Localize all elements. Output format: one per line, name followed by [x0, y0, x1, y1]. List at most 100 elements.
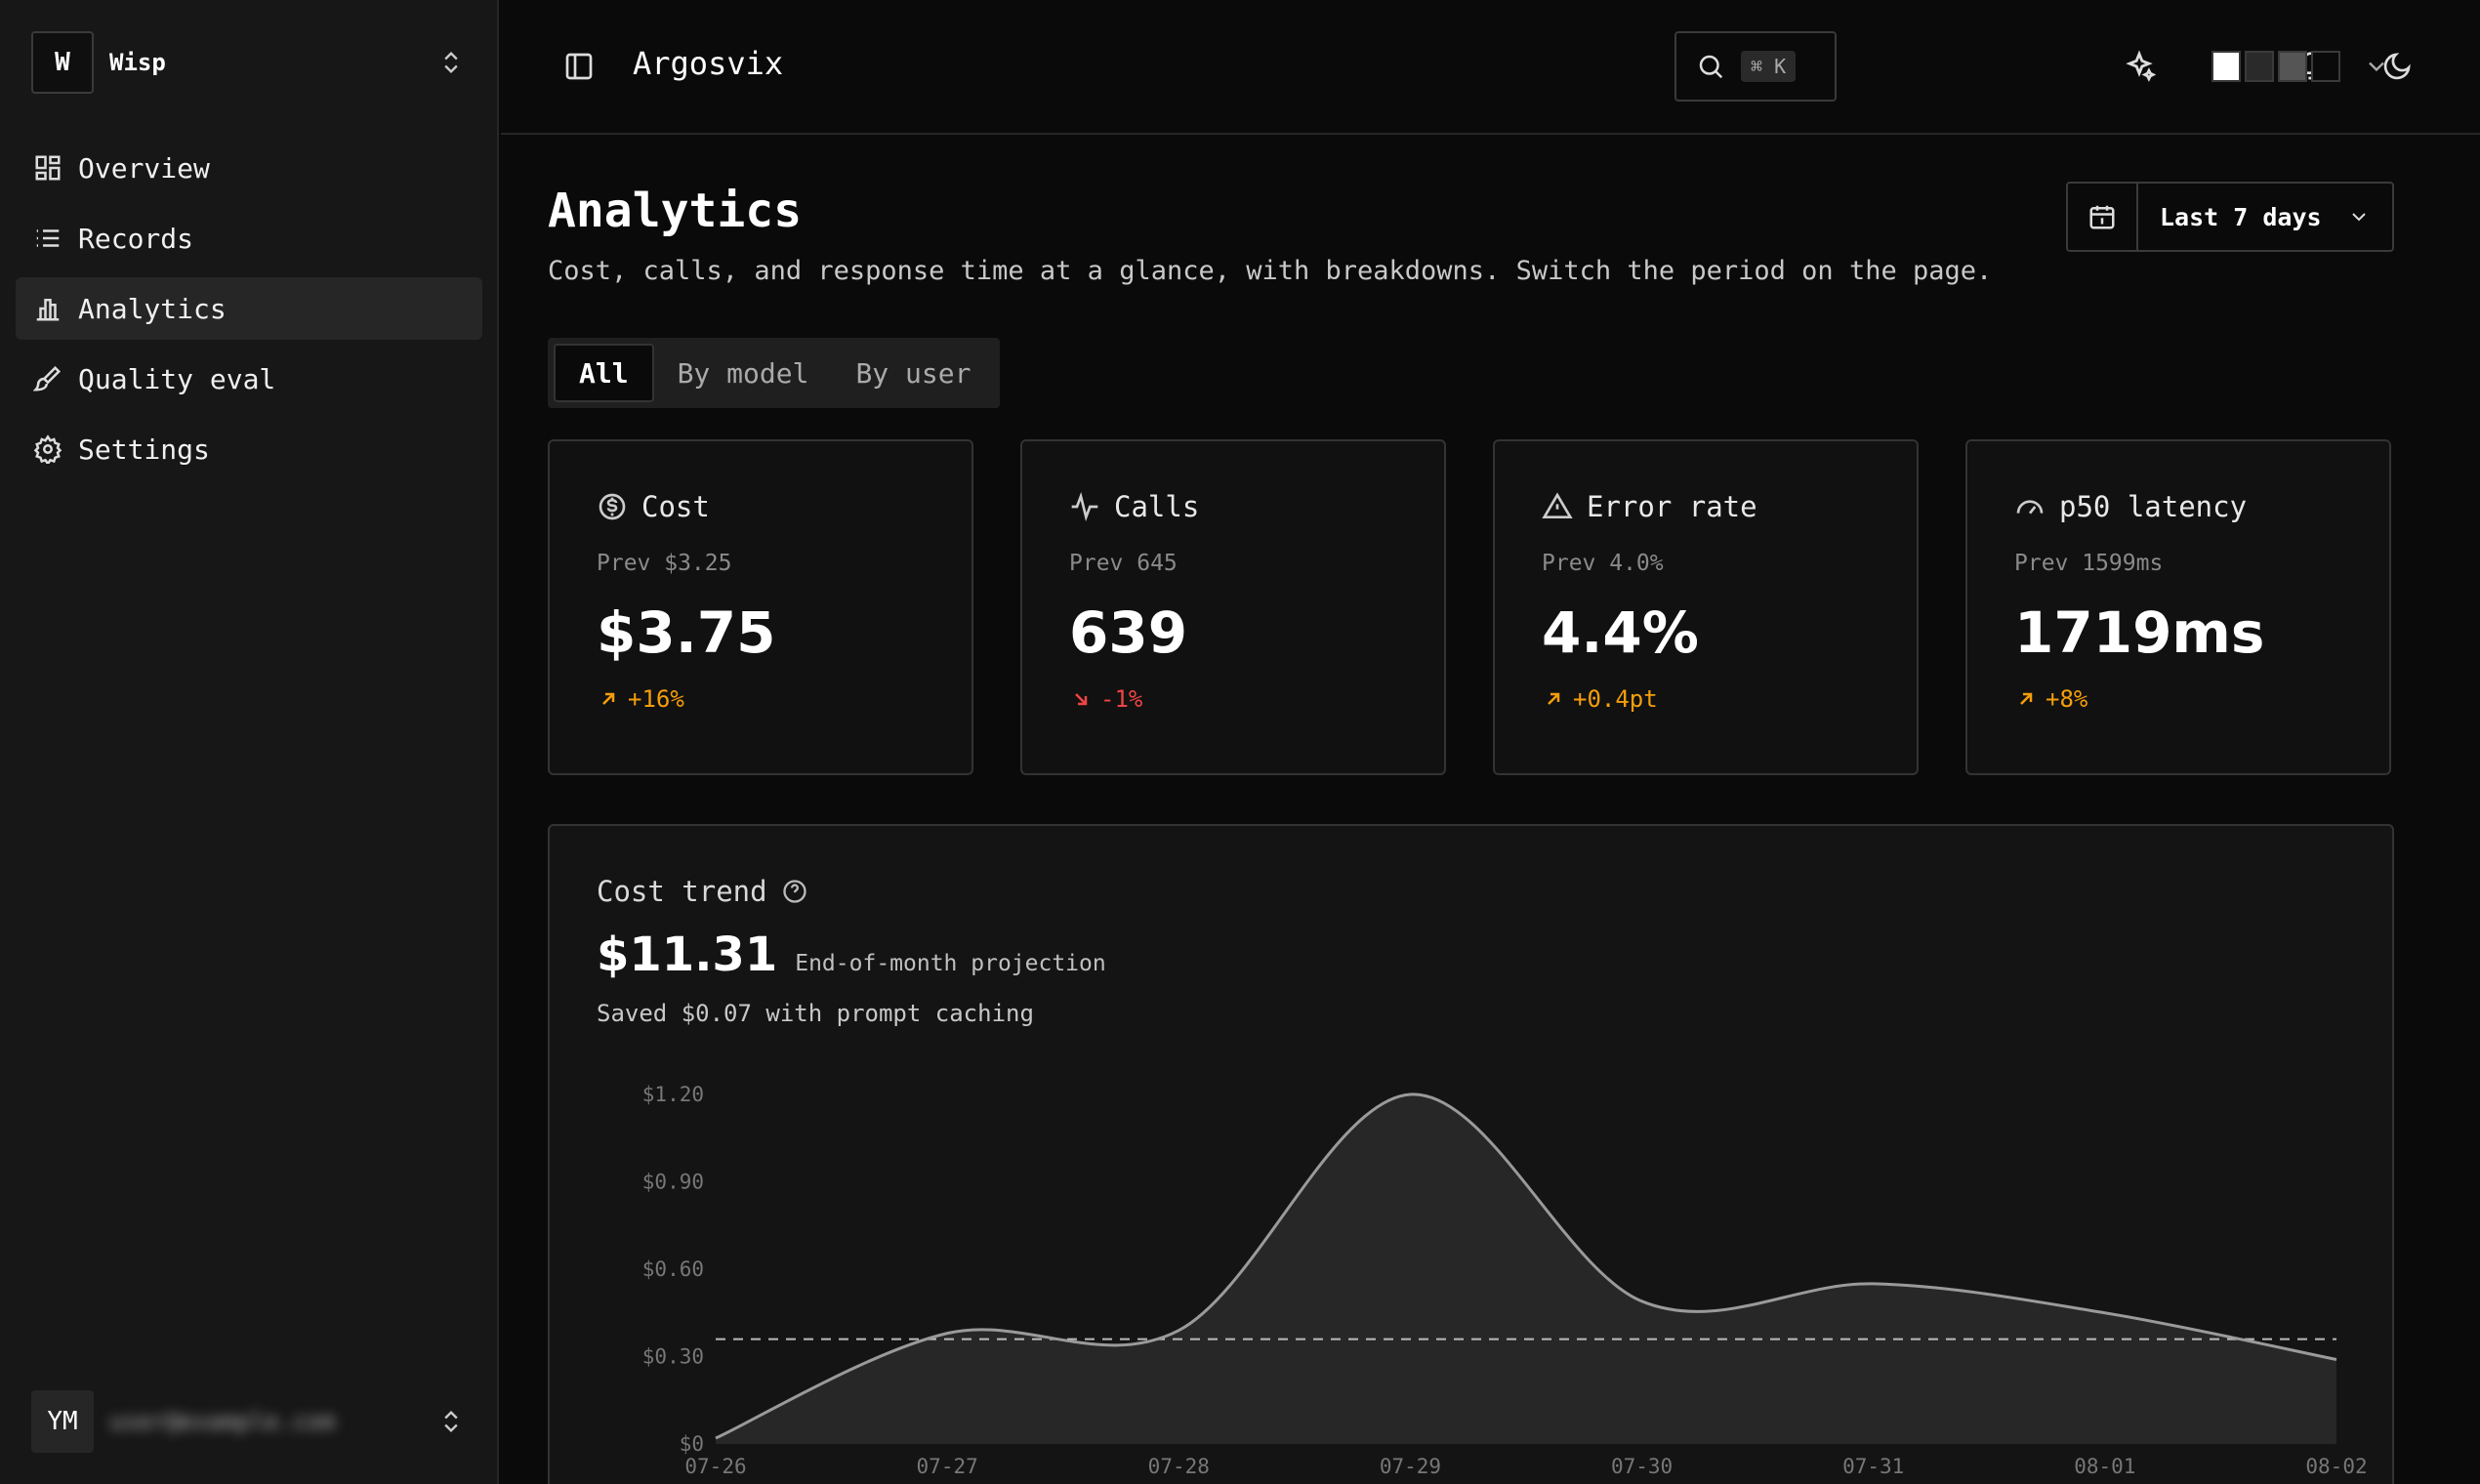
tab-by-model[interactable]: By model [654, 344, 833, 402]
list-icon [36, 229, 60, 247]
period-picker[interactable]: Last 7 days [2066, 182, 2394, 252]
swatch-gray[interactable] [2278, 51, 2307, 82]
bar-chart-icon [36, 299, 60, 321]
period-select[interactable]: Last 7 days [2138, 184, 2392, 250]
cost-trend-card: $0 $0.30 $0.60 $0.90 $1.20 07-26 07-27 07-28 07-… [548, 824, 2394, 1484]
page-subtitle: Cost, calls, and response time at a glan… [548, 256, 1993, 286]
app-title: Argosvix [633, 45, 784, 82]
period-label: Last 7 days [2160, 202, 2322, 231]
arrow-up-right-icon [602, 692, 615, 705]
metric-card-error-rate: Error rate Prev 4.0% 4.4% +0.4pt [1493, 439, 1919, 775]
x-tick-label: 08-01 [2074, 1455, 2135, 1478]
user-email: user@example.com [109, 1408, 336, 1435]
workspace-logo: W [31, 31, 94, 94]
cost-trend-title: Cost trend [597, 875, 767, 908]
page-title: Analytics [548, 184, 803, 238]
projection: $11.31 End-of-month projection [597, 928, 1106, 982]
caching-savings: Saved $0.07 with prompt caching [597, 1000, 1034, 1027]
workspace-switcher[interactable]: W Wisp [31, 31, 471, 94]
sidebar-item-label: Overview [78, 151, 210, 185]
metric-value: $3.75 [597, 599, 776, 666]
brush-icon [33, 365, 62, 392]
metric-card-calls: Calls Prev 645 639 -1% [1020, 439, 1446, 775]
app-root: W Wisp Overview Records Analytics Qualit… [0, 0, 2480, 1484]
sidebar-nav: Overview Records Analytics Quality eval … [16, 137, 482, 488]
chevron-up-down-icon [432, 43, 471, 82]
metric-delta: +16% [597, 685, 925, 713]
search-shortcut: ⌘ K [1741, 51, 1797, 82]
cost-trend-chart: $0 $0.30 $0.60 $0.90 $1.20 07-26 07-27 07-28 07-… [642, 1083, 2368, 1478]
metric-title: Cost [641, 490, 710, 523]
y-tick-label: $0 [680, 1432, 704, 1456]
y-tick-label: $1.20 [642, 1083, 704, 1106]
chevron-up-down-icon [432, 1402, 471, 1441]
calendar-icon[interactable] [2068, 184, 2138, 250]
panel-left-icon [565, 53, 593, 80]
sidebar-item-label: Quality eval [78, 362, 276, 395]
user-menu[interactable]: YM user@example.com [31, 1390, 471, 1453]
tab-all[interactable]: All [554, 344, 654, 402]
sparkles-icon [2126, 50, 2156, 82]
metric-delta-text: +16% [628, 685, 684, 713]
theme-swatches[interactable] [2211, 51, 2340, 82]
sidebar-item-label: Records [78, 222, 194, 255]
warning-icon [1542, 492, 1573, 518]
cost-trend-header: Cost trend [597, 875, 808, 908]
top-header: Argosvix ⌘ K [501, 0, 2480, 135]
avatar: YM [31, 1390, 94, 1453]
y-tick-label: $0.90 [642, 1171, 704, 1194]
metric-value: 639 [1069, 599, 1188, 666]
breakdown-tabs: All By model By user [548, 338, 1001, 408]
workspace-name: Wisp [109, 49, 166, 76]
metric-title: p50 latency [2059, 490, 2248, 523]
activity-icon [1071, 491, 1098, 522]
help-circle-icon[interactable] [781, 878, 808, 905]
sidebar-item-settings[interactable]: Settings [16, 418, 482, 480]
projection-amount: $11.31 [597, 928, 778, 982]
x-tick-label: 07-31 [1842, 1455, 1904, 1478]
swatch-dark[interactable] [2245, 51, 2274, 82]
sidebar-item-quality-eval[interactable]: Quality eval [16, 348, 482, 410]
metric-delta: +0.4pt [1542, 685, 1870, 713]
metric-delta-text: +0.4pt [1573, 685, 1658, 713]
x-tick-label: 07-28 [1148, 1455, 1210, 1478]
ai-assist-button[interactable] [2120, 47, 2159, 86]
x-tick-label: 07-27 [917, 1455, 978, 1478]
metric-delta-text: +8% [2046, 685, 2088, 713]
metric-card-p50-latency: p50 latency Prev 1599ms 1719ms +8% [1965, 439, 2391, 775]
metric-prev: Prev 645 [1069, 551, 1178, 576]
sidebar-toggle-button[interactable] [559, 47, 599, 86]
y-tick-label: $0.60 [642, 1257, 704, 1281]
metric-value: 1719ms [2014, 599, 2265, 666]
swatch-white[interactable] [2211, 51, 2241, 82]
gauge-icon [2016, 500, 2044, 515]
sidebar-item-label: Settings [78, 433, 210, 466]
metric-title: Error rate [1587, 490, 1757, 523]
projection-label: End-of-month projection [795, 951, 1106, 976]
metric-title: Calls [1114, 490, 1200, 523]
metric-cards: Cost Prev $3.25 $3.75 +16% Calls Prev 64… [548, 439, 2394, 775]
x-tick-label: 07-30 [1611, 1455, 1673, 1478]
metric-card-cost: Cost Prev $3.25 $3.75 +16% [548, 439, 973, 775]
search-button[interactable]: ⌘ K [1674, 31, 1837, 102]
tab-by-user[interactable]: By user [832, 344, 994, 402]
sidebar-item-label: Analytics [78, 292, 227, 325]
metric-prev: Prev 4.0% [1542, 551, 1664, 576]
sidebar-item-overview[interactable]: Overview [16, 137, 482, 199]
y-tick-label: $0.30 [642, 1345, 704, 1369]
x-tick-label: 07-26 [684, 1455, 746, 1478]
x-tick-label: 08-02 [2305, 1455, 2367, 1478]
chevron-down-icon[interactable] [2363, 53, 2392, 82]
sidebar-item-analytics[interactable]: Analytics [16, 277, 482, 340]
search-icon [1699, 55, 1723, 79]
arrow-up-right-icon [2020, 692, 2033, 705]
arrow-down-right-icon [1075, 693, 1088, 706]
metric-delta: +8% [2014, 685, 2342, 713]
swatch-black[interactable] [2311, 51, 2340, 82]
metric-delta-text: -1% [1100, 685, 1143, 713]
sidebar-item-records[interactable]: Records [16, 207, 482, 269]
arrow-up-right-icon [1548, 692, 1560, 705]
cost-area [716, 1093, 2336, 1444]
metric-prev: Prev $3.25 [597, 551, 732, 576]
metric-value: 4.4% [1542, 599, 1699, 666]
